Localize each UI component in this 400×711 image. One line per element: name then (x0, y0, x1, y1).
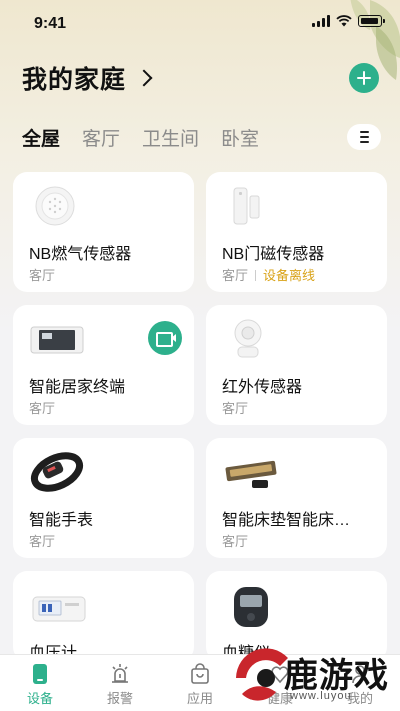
gas-sensor-image (35, 186, 75, 226)
device-name: 智能手表 (29, 512, 94, 529)
watermark-url: www.luyou (290, 690, 352, 702)
glucose-meter-image (234, 587, 268, 627)
device-name: 智能居家终端 (29, 379, 126, 396)
offline-status: 设备离线 (263, 268, 316, 283)
device-name: NB燃气传感器 (29, 246, 132, 263)
status-icons (312, 15, 385, 27)
nav-label: 应用 (186, 691, 213, 706)
home-selector[interactable]: 我的家庭 (22, 60, 153, 96)
tab-all[interactable]: 全屋 (22, 124, 60, 151)
nav-devices[interactable]: 设备 (0, 655, 80, 711)
room-menu-button[interactable] (347, 124, 381, 150)
device-name: NB门磁传感器 (222, 246, 325, 263)
video-camera-button[interactable] (148, 321, 182, 355)
device-room-status: 客厅 设备离线 (222, 265, 315, 284)
door-sensor-image (233, 187, 260, 225)
infrared-sensor-image (234, 319, 262, 358)
add-device-button[interactable] (349, 63, 379, 93)
status-divider (255, 270, 257, 281)
page-title: 我的家庭 (22, 66, 127, 94)
device-icon (33, 664, 47, 684)
nav-label: 报警 (106, 691, 133, 706)
alarm-icon (112, 664, 128, 683)
device-room: 客厅 (222, 534, 249, 549)
smart-watch-image (30, 452, 84, 492)
chevron-right-icon (135, 69, 153, 87)
blood-pressure-monitor-image (32, 596, 86, 622)
home-terminal-image (30, 326, 84, 354)
device-room: 客厅 (222, 268, 249, 283)
device-name: 智能床垫智能床… (222, 512, 351, 529)
room-tabs: 全屋 客厅 卫生间 卧室 (22, 124, 259, 151)
device-card-smart-watch[interactable]: 智能手表 客厅 (13, 438, 194, 558)
device-name: 红外传感器 (222, 379, 303, 396)
device-room: 客厅 (29, 401, 56, 416)
device-card-door-sensor[interactable]: NB门磁传感器 客厅 设备离线 (206, 172, 387, 292)
battery-icon (358, 15, 385, 27)
app-bag-icon (191, 663, 209, 684)
device-room: 客厅 (222, 401, 249, 416)
nav-label: 设备 (26, 691, 53, 706)
tab-bedroom[interactable]: 卧室 (221, 124, 259, 151)
tab-bathroom[interactable]: 卫生间 (142, 124, 199, 151)
device-room: 客厅 (29, 268, 56, 283)
nav-apps[interactable]: 应用 (160, 655, 240, 711)
device-card-smart-mattress[interactable]: 智能床垫智能床… 客厅 (206, 438, 387, 558)
wifi-icon (336, 15, 352, 27)
device-card-blood-pressure[interactable]: 血压计 (13, 571, 194, 661)
device-room: 客厅 (29, 534, 56, 549)
device-card-home-terminal[interactable]: 智能居家终端 客厅 (13, 305, 194, 425)
smart-mattress-image (225, 460, 277, 488)
tab-living-room[interactable]: 客厅 (82, 124, 120, 151)
device-card-gas-sensor[interactable]: NB燃气传感器 客厅 (13, 172, 194, 292)
status-time: 9:41 (34, 15, 67, 32)
cellular-signal-icon (312, 15, 330, 27)
status-bar: 9:41 (0, 0, 400, 46)
device-card-infrared-sensor[interactable]: 红外传感器 客厅 (206, 305, 387, 425)
nav-alarm[interactable]: 报警 (80, 655, 160, 711)
